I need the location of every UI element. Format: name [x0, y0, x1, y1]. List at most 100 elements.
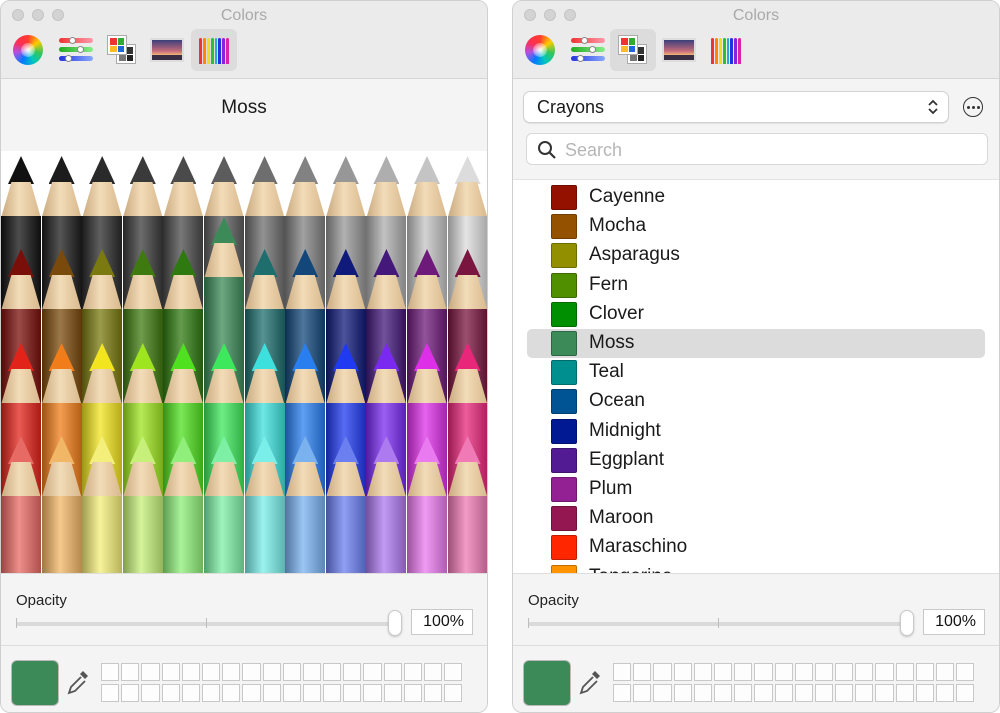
saved-swatch-slot[interactable] [875, 663, 894, 681]
image-palettes-tab[interactable] [656, 29, 702, 71]
saved-swatch-slot[interactable] [222, 663, 241, 681]
opacity-slider-thumb[interactable] [900, 610, 914, 636]
saved-swatch-slot[interactable] [444, 663, 463, 681]
opacity-value-field[interactable]: 100% [923, 609, 985, 635]
palette-list-dropdown[interactable]: Crayons [523, 91, 949, 123]
saved-swatch-slot[interactable] [613, 663, 632, 681]
saved-swatch-slot[interactable] [323, 663, 342, 681]
pencil-3-11[interactable] [447, 436, 487, 573]
saved-swatch-slot[interactable] [161, 663, 180, 681]
search-field[interactable] [526, 133, 988, 165]
saved-swatch-slot[interactable] [242, 663, 261, 681]
saved-swatch-slot[interactable] [302, 663, 322, 681]
color-list[interactable]: Cayenne Mocha Asparagus Fern Clover Moss Teal O… [513, 179, 999, 573]
saved-swatch-slot[interactable] [141, 683, 160, 702]
saved-swatch-slot[interactable] [181, 683, 200, 702]
saved-swatch-slot[interactable] [956, 683, 975, 702]
list-item[interactable]: Fern [527, 271, 985, 300]
saved-swatch-slot[interactable] [673, 663, 692, 681]
saved-swatch-slot[interactable] [613, 683, 632, 702]
eyedropper-icon[interactable] [577, 668, 603, 698]
saved-swatch-slot[interactable] [101, 683, 120, 702]
list-item[interactable]: Ocean [527, 387, 985, 416]
saved-swatch-slot[interactable] [121, 683, 140, 702]
pencil-3-3[interactable] [122, 436, 163, 573]
color-wheel-tab[interactable] [5, 29, 51, 71]
saved-swatch-slot[interactable] [201, 683, 221, 702]
saved-swatch-slot[interactable] [956, 663, 975, 681]
pencil-3-6[interactable] [244, 436, 285, 573]
opacity-slider-thumb[interactable] [388, 610, 402, 636]
saved-swatch-slot[interactable] [693, 683, 712, 702]
saved-swatch-slot[interactable] [693, 663, 712, 681]
search-input[interactable] [565, 138, 965, 162]
list-item[interactable]: Moss [527, 329, 985, 358]
pencils-tab[interactable] [703, 29, 749, 71]
saved-swatch-slot[interactable] [895, 663, 914, 681]
saved-swatch-slot[interactable] [302, 683, 322, 702]
list-item[interactable]: Tangerine [527, 563, 985, 573]
pencil-3-7[interactable] [285, 436, 326, 573]
saved-swatch-slot[interactable] [855, 663, 874, 681]
saved-swatch-slot[interactable] [936, 683, 955, 702]
saved-swatch-slot[interactable] [383, 663, 402, 681]
saved-swatch-slot[interactable] [363, 683, 382, 702]
pencils-tab[interactable] [191, 29, 237, 71]
saved-swatch-slot[interactable] [633, 683, 652, 702]
color-palettes-tab[interactable] [99, 29, 145, 71]
saved-swatch-slot[interactable] [424, 663, 443, 681]
saved-swatch-slot[interactable] [754, 683, 773, 702]
saved-swatch-slot[interactable] [835, 663, 854, 681]
saved-swatch-slot[interactable] [343, 683, 362, 702]
saved-swatches-grid[interactable] [613, 663, 975, 702]
eyedropper-icon[interactable] [65, 668, 91, 698]
saved-swatch-slot[interactable] [121, 663, 140, 681]
color-palettes-tab[interactable] [610, 29, 656, 71]
saved-swatch-slot[interactable] [403, 683, 422, 702]
saved-swatch-slot[interactable] [774, 683, 793, 702]
pencil-3-4[interactable] [163, 436, 204, 573]
pencil-3-5[interactable] [204, 436, 244, 573]
saved-swatch-slot[interactable] [403, 663, 422, 681]
saved-swatch-slot[interactable] [201, 663, 221, 681]
list-item[interactable]: Maraschino [527, 533, 985, 562]
saved-swatch-slot[interactable] [895, 683, 914, 702]
opacity-slider-track[interactable] [528, 618, 914, 628]
saved-swatch-slot[interactable] [424, 683, 443, 702]
saved-swatch-slot[interactable] [282, 683, 301, 702]
saved-swatch-slot[interactable] [855, 683, 874, 702]
list-item[interactable]: Mocha [527, 212, 985, 241]
more-options-button[interactable] [963, 97, 983, 117]
saved-swatch-slot[interactable] [754, 663, 773, 681]
saved-swatch-slot[interactable] [713, 683, 733, 702]
saved-swatch-slot[interactable] [734, 663, 753, 681]
saved-swatch-slot[interactable] [915, 663, 934, 681]
saved-swatch-slot[interactable] [774, 663, 793, 681]
saved-swatch-slot[interactable] [383, 683, 402, 702]
saved-swatch-slot[interactable] [673, 683, 692, 702]
saved-swatch-slot[interactable] [653, 663, 672, 681]
saved-swatch-slot[interactable] [653, 683, 672, 702]
saved-swatch-slot[interactable] [262, 683, 281, 702]
current-color-well[interactable] [11, 660, 59, 706]
saved-swatch-slot[interactable] [835, 683, 854, 702]
opacity-value-field[interactable]: 100% [411, 609, 473, 635]
pencil-picker[interactable] [1, 151, 487, 573]
pencil-3-8[interactable] [325, 436, 366, 573]
pencil-3-10[interactable] [407, 436, 447, 573]
list-item[interactable]: Maroon [527, 504, 985, 533]
image-palettes-tab[interactable] [144, 29, 190, 71]
pencil-3-9[interactable] [366, 436, 407, 573]
saved-swatch-slot[interactable] [794, 663, 813, 681]
saved-swatch-slot[interactable] [101, 663, 120, 681]
pencil-3-1[interactable] [41, 436, 82, 573]
saved-swatch-slot[interactable] [181, 663, 200, 681]
list-item[interactable]: Clover [527, 300, 985, 329]
saved-swatch-slot[interactable] [936, 663, 955, 681]
list-item[interactable]: Cayenne [527, 183, 985, 212]
saved-swatch-slot[interactable] [814, 663, 834, 681]
saved-swatch-slot[interactable] [262, 663, 281, 681]
saved-swatch-slot[interactable] [363, 663, 382, 681]
saved-swatch-slot[interactable] [222, 683, 241, 702]
saved-swatch-slot[interactable] [323, 683, 342, 702]
